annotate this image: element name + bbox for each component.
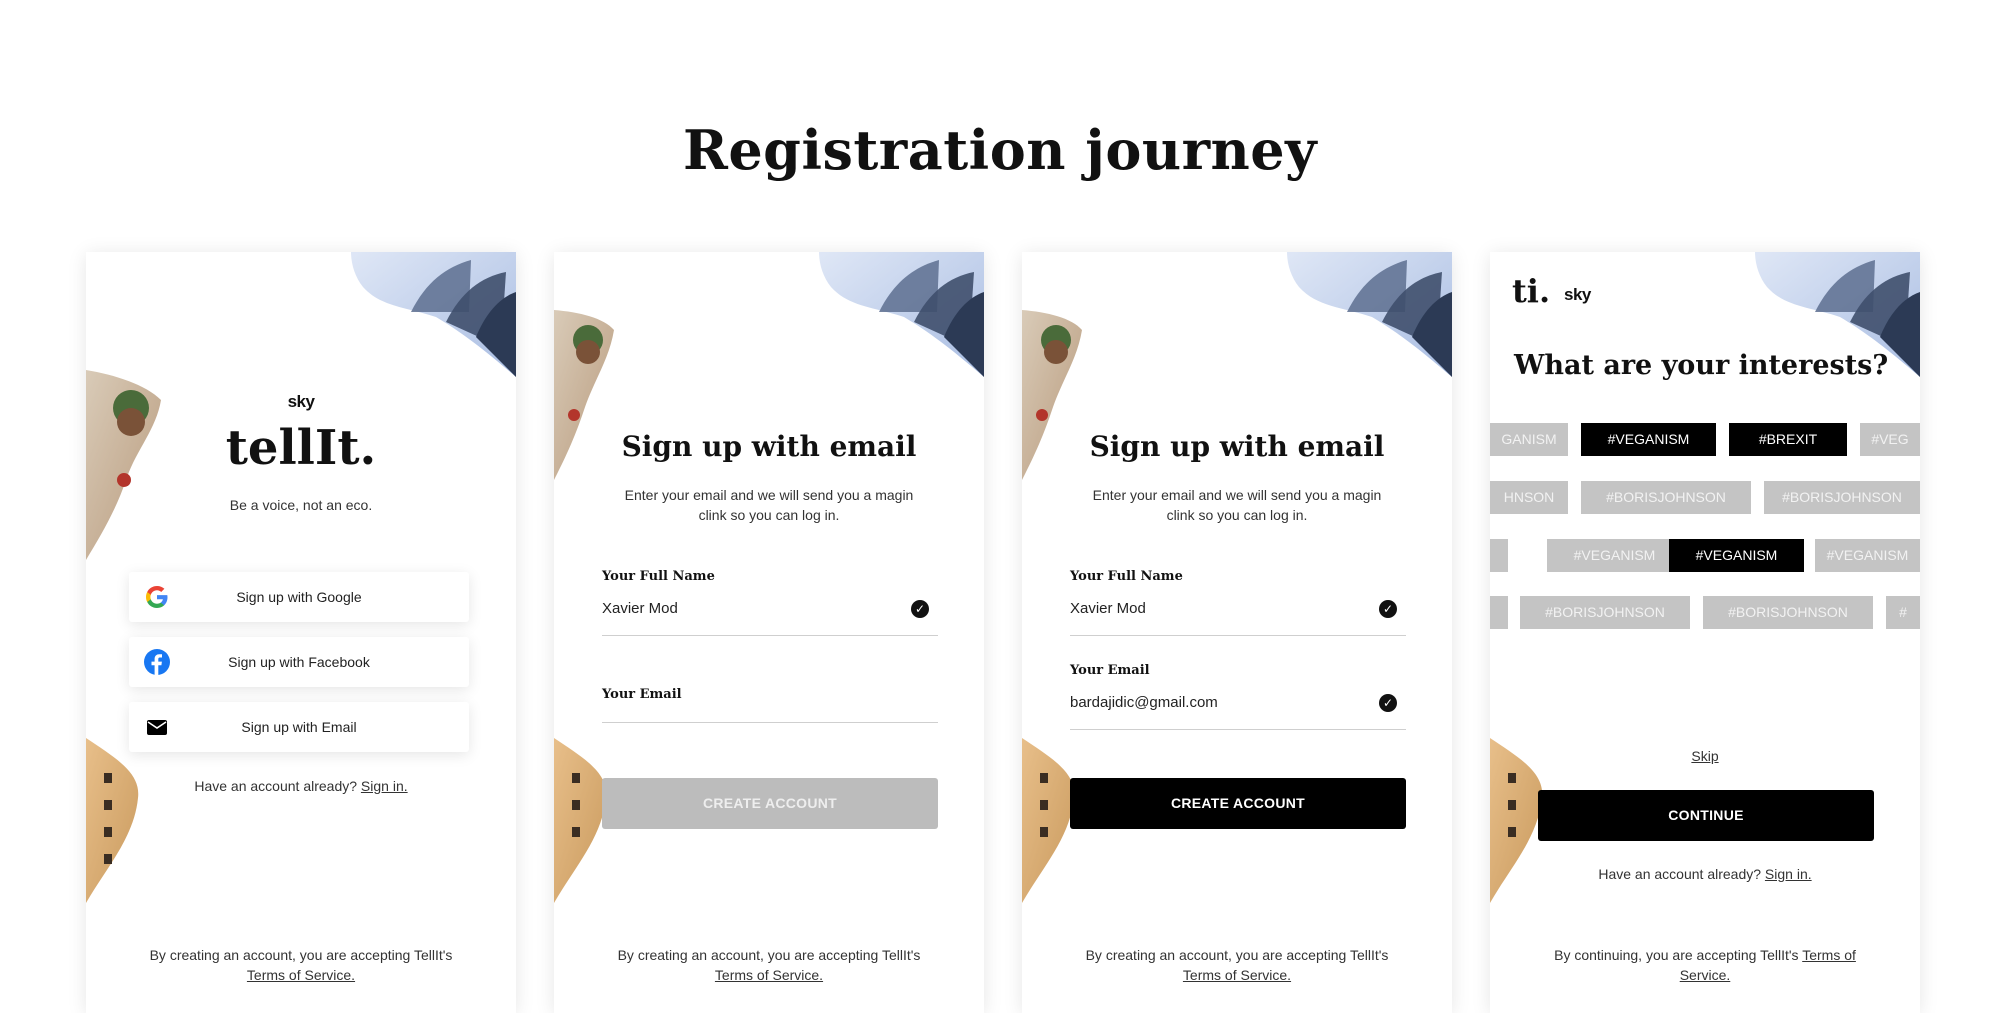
building-decoration-image bbox=[554, 738, 607, 903]
signup-facebook-button[interactable]: Sign up with Facebook bbox=[129, 637, 469, 687]
full-name-underline bbox=[602, 635, 938, 636]
check-icon: ✓ bbox=[1379, 694, 1397, 712]
create-account-button[interactable]: CREATE ACCOUNT bbox=[602, 778, 938, 829]
have-account-text: Have an account already? bbox=[194, 778, 358, 794]
app-short-logo: ti. bbox=[1512, 272, 1551, 310]
terms-text: By continuing, you are accepting TellIt'… bbox=[1554, 947, 1799, 963]
description: Enter your email and we will send you a … bbox=[624, 487, 914, 523]
signup-facebook-label: Sign up with Facebook bbox=[228, 654, 370, 670]
full-name-underline bbox=[1070, 635, 1406, 636]
have-account-row: Have an account already? Sign in. bbox=[1490, 864, 1920, 884]
email-field[interactable]: bardajidic@gmail.com bbox=[1070, 694, 1370, 711]
page-title: Sign up with email bbox=[621, 430, 917, 463]
terms-text: By creating an account, you are acceptin… bbox=[1085, 947, 1389, 963]
sign-in-link[interactable]: Sign in. bbox=[1765, 866, 1812, 882]
page-title: What are your interests? bbox=[1514, 350, 1889, 381]
check-icon: ✓ bbox=[1379, 600, 1397, 618]
have-account-text: Have an account already? bbox=[1598, 866, 1762, 882]
interest-tag[interactable]: #BREXIT bbox=[1729, 423, 1847, 456]
full-name-field[interactable]: Xavier Mod bbox=[602, 600, 902, 617]
email-underline bbox=[1070, 729, 1406, 730]
sign-in-link[interactable]: Sign in. bbox=[361, 778, 408, 794]
screen-signup-options: sky tellIt. Be a voice, not an eco. Sign… bbox=[86, 252, 516, 1013]
email-label: Your Email bbox=[1070, 663, 1150, 678]
interest-tag[interactable]: #VEG bbox=[1860, 423, 1920, 456]
interest-tag[interactable]: HNSON bbox=[1490, 481, 1568, 514]
sky-logo: sky bbox=[1564, 285, 1591, 304]
interest-tag[interactable]: #BORISJOHNSON bbox=[1764, 481, 1920, 514]
tagline: Be a voice, not an eco. bbox=[229, 497, 373, 513]
email-underline bbox=[602, 722, 938, 723]
screen-email-filled: Sign up with email Enter your email and … bbox=[1022, 252, 1452, 1013]
terms-notice: By creating an account, you are acceptin… bbox=[86, 945, 516, 985]
page-title: Sign up with email bbox=[1089, 430, 1385, 463]
terms-notice: By creating an account, you are acceptin… bbox=[554, 945, 984, 985]
signup-email-button[interactable]: Sign up with Email bbox=[129, 702, 469, 752]
have-account-row: Have an account already? Sign in. bbox=[86, 776, 516, 796]
terms-link[interactable]: Terms of Service. bbox=[86, 965, 516, 985]
interest-tag[interactable]: GANISM bbox=[1490, 423, 1568, 456]
page-heading: Registration journey bbox=[682, 118, 1318, 182]
interest-tag[interactable] bbox=[1490, 596, 1508, 629]
full-name-label: Your Full Name bbox=[1070, 569, 1183, 584]
description: Enter your email and we will send you a … bbox=[1092, 487, 1382, 523]
screen-interests: ti. sky What are your interests? GANISM #… bbox=[1490, 252, 1920, 1013]
screen-email-empty: Sign up with email Enter your email and … bbox=[554, 252, 984, 1013]
continue-button[interactable]: CONTINUE bbox=[1538, 790, 1874, 841]
interest-tag[interactable]: #BORISJOHNSON bbox=[1703, 596, 1873, 629]
architecture-decoration-image bbox=[819, 252, 984, 377]
interest-tag[interactable]: #VEGANISM bbox=[1669, 539, 1804, 572]
building-decoration-image bbox=[86, 738, 139, 903]
interest-tag[interactable] bbox=[1490, 539, 1508, 572]
architecture-decoration-image bbox=[1287, 252, 1452, 377]
terms-text: By creating an account, you are acceptin… bbox=[617, 947, 921, 963]
terms-notice: By continuing, you are accepting TellIt'… bbox=[1490, 945, 1920, 985]
skip-link[interactable]: Skip bbox=[1490, 746, 1920, 766]
building-decoration-image bbox=[1022, 738, 1075, 903]
signup-google-button[interactable]: Sign up with Google bbox=[129, 572, 469, 622]
sky-logo: sky bbox=[287, 392, 315, 411]
full-name-field[interactable]: Xavier Mod bbox=[1070, 600, 1370, 617]
interest-tag[interactable]: #BORISJOHNSON bbox=[1581, 481, 1751, 514]
check-icon: ✓ bbox=[911, 600, 929, 618]
full-name-label: Your Full Name bbox=[602, 569, 715, 584]
signup-google-label: Sign up with Google bbox=[236, 589, 362, 605]
architecture-decoration-image bbox=[351, 252, 516, 377]
interest-tag[interactable]: #VEGANISM bbox=[1581, 423, 1716, 456]
terms-link[interactable]: Terms of Service. bbox=[1022, 965, 1452, 985]
signup-email-label: Sign up with Email bbox=[241, 719, 357, 735]
app-logo: tellIt. bbox=[225, 420, 377, 476]
interest-tag[interactable]: #VEGANISM bbox=[1815, 539, 1920, 572]
email-label: Your Email bbox=[602, 687, 682, 702]
interest-tag[interactable]: #VEGANISM bbox=[1547, 539, 1682, 572]
create-account-button[interactable]: CREATE ACCOUNT bbox=[1070, 778, 1406, 829]
interest-tag[interactable]: # bbox=[1886, 596, 1920, 629]
terms-text: By creating an account, you are acceptin… bbox=[149, 947, 453, 963]
interest-tag[interactable]: #BORISJOHNSON bbox=[1520, 596, 1690, 629]
terms-link[interactable]: Terms of Service. bbox=[554, 965, 984, 985]
terms-notice: By creating an account, you are acceptin… bbox=[1022, 945, 1452, 985]
